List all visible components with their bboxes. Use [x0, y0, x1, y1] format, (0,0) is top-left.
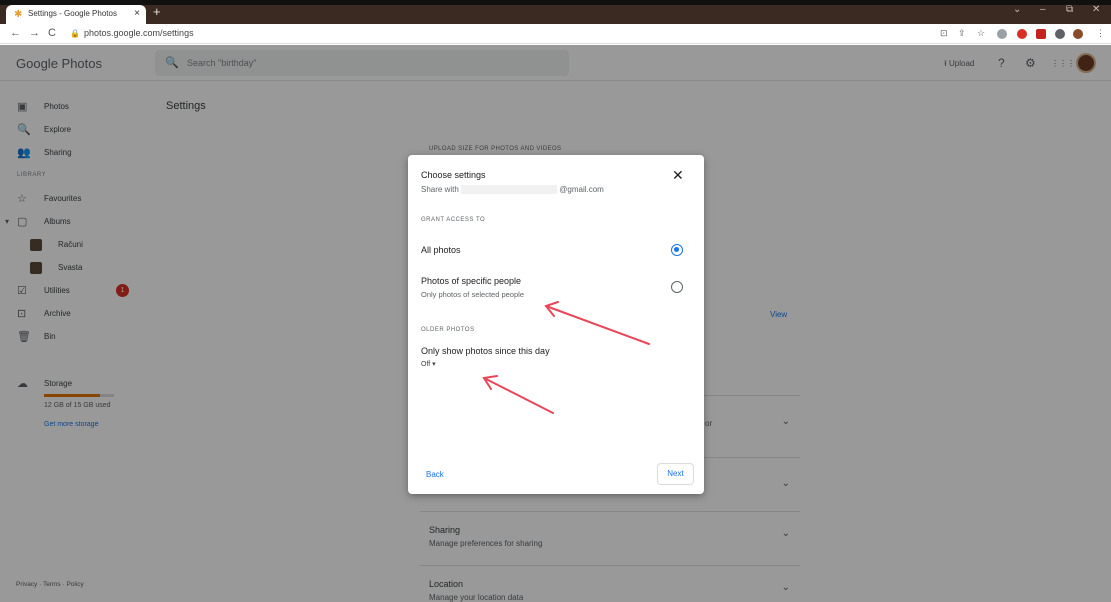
redacted-email	[461, 185, 558, 195]
extension-icon[interactable]	[997, 29, 1007, 39]
browser-toolbar: ← → C 🔒 photos.google.com/settings ⊡ ⇪ ☆…	[0, 24, 1111, 44]
google-photos-favicon-icon: ✱	[14, 9, 23, 20]
restore-button[interactable]: ⧉	[1066, 4, 1073, 15]
grant-access-header: GRANT ACCESS TO	[421, 217, 486, 223]
older-photos-header: OLDER PHOTOS	[421, 327, 475, 333]
next-button[interactable]: Next	[657, 463, 694, 485]
tab-title: Settings - Google Photos	[28, 9, 117, 18]
new-tab-button[interactable]: +	[153, 4, 161, 19]
close-icon[interactable]: ✕	[672, 167, 684, 184]
date-dropdown[interactable]: Off ▾	[421, 360, 436, 368]
window-close-button[interactable]: ✕	[1092, 4, 1100, 15]
share-with-text: Share with @gmail.com	[421, 185, 604, 195]
tab-search-icon[interactable]: ⌄	[1013, 4, 1021, 15]
browser-tab[interactable]: ✱ Settings - Google Photos ×	[6, 5, 146, 24]
minimize-button[interactable]: ‒	[1040, 4, 1046, 15]
option-specific-people-label[interactable]: Photos of specific people	[421, 276, 521, 286]
specific-people-radio[interactable]	[671, 281, 683, 293]
address-bar[interactable]: photos.google.com/settings	[84, 28, 194, 38]
choose-settings-dialog: Choose settings Share with @gmail.com ✕ …	[408, 155, 704, 494]
reload-icon[interactable]: C	[48, 27, 56, 39]
option-specific-people-sub: Only photos of selected people	[421, 290, 524, 299]
forward-arrow-icon[interactable]: →	[29, 27, 40, 39]
share-icon[interactable]: ⇪	[958, 28, 966, 39]
puzzle-extension-icon[interactable]	[1055, 29, 1065, 39]
share-email-suffix: @gmail.com	[559, 185, 604, 194]
option-all-photos-label[interactable]: All photos	[421, 245, 461, 255]
back-button[interactable]: Back	[426, 470, 444, 479]
extension-icon[interactable]	[1017, 29, 1027, 39]
lock-icon: 🔒	[70, 29, 80, 38]
pdf-extension-icon[interactable]	[1036, 29, 1046, 39]
bookmark-star-icon[interactable]: ☆	[977, 28, 985, 39]
all-photos-radio[interactable]	[671, 244, 683, 256]
profile-avatar[interactable]	[1073, 29, 1083, 39]
share-with-prefix: Share with	[421, 185, 459, 194]
tab-close-icon[interactable]: ×	[134, 8, 140, 19]
dialog-title: Choose settings	[421, 170, 486, 180]
install-icon[interactable]: ⊡	[940, 28, 948, 39]
older-photos-label: Only show photos since this day	[421, 346, 550, 356]
back-arrow-icon[interactable]: ←	[10, 27, 21, 39]
browser-tabstrip: ✱ Settings - Google Photos × + ⌄ ‒ ⧉ ✕	[0, 0, 1111, 24]
browser-menu-icon[interactable]: ⋮	[1096, 28, 1105, 39]
